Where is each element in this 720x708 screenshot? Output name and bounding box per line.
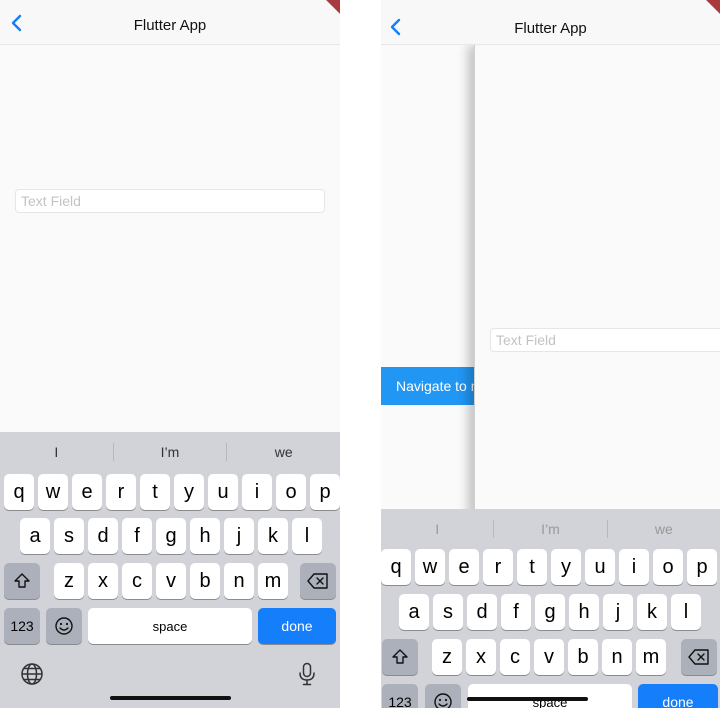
key-g[interactable]: g [535, 594, 565, 630]
key-s[interactable]: s [54, 518, 84, 554]
text-field[interactable] [490, 328, 720, 352]
suggestion-item[interactable]: we [608, 521, 720, 537]
suggestion-item[interactable]: I [0, 444, 113, 460]
page-title: Flutter App [514, 20, 587, 37]
key-u[interactable]: u [208, 474, 238, 510]
text-field[interactable] [15, 189, 325, 213]
key-v[interactable]: v [156, 563, 186, 599]
home-indicator [467, 697, 588, 701]
key-y[interactable]: y [174, 474, 204, 510]
key-z[interactable]: z [54, 563, 84, 599]
shift-key[interactable] [382, 639, 418, 675]
key-p[interactable]: p [687, 549, 717, 585]
suggestion-bar: I I’m we [0, 432, 340, 472]
key-k[interactable]: k [258, 518, 288, 554]
suggestion-item[interactable]: I [381, 521, 493, 537]
key-i[interactable]: i [242, 474, 272, 510]
key-u[interactable]: u [585, 549, 615, 585]
key-a[interactable]: a [399, 594, 429, 630]
key-e[interactable]: e [449, 549, 479, 585]
key-i[interactable]: i [619, 549, 649, 585]
key-t[interactable]: t [140, 474, 170, 510]
delete-icon [307, 573, 328, 589]
key-e[interactable]: e [72, 474, 102, 510]
space-key[interactable]: space [468, 684, 632, 708]
key-v[interactable]: v [534, 639, 564, 675]
suggestion-item[interactable]: we [227, 444, 340, 460]
left-screen: Flutter App I I’m we qwertyuiopasdfghjkl… [0, 0, 340, 708]
keyboard: I I’m we q w e r t y u i o p a s d f g h j k l z x c v b n m 123 sp… [0, 432, 340, 708]
key-m[interactable]: m [636, 639, 666, 675]
key-c[interactable]: c [500, 639, 530, 675]
key-w[interactable]: w [415, 549, 445, 585]
key-g[interactable]: g [156, 518, 186, 554]
key-n[interactable]: n [602, 639, 632, 675]
key-m[interactable]: m [258, 563, 288, 599]
globe-button[interactable] [20, 662, 44, 691]
key-t[interactable]: t [517, 549, 547, 585]
key-r[interactable]: r [106, 474, 136, 510]
delete-icon [688, 649, 709, 665]
key-z[interactable]: z [432, 639, 462, 675]
space-key[interactable]: space [88, 608, 252, 644]
navigation-bar: Flutter App [381, 0, 720, 45]
text-field-input[interactable] [16, 190, 324, 212]
numbers-key[interactable]: 123 [382, 684, 418, 708]
emoji-key[interactable] [425, 684, 461, 708]
keyboard: I I’m we q w e r t y u i o p a s d f g h j k l z x c v b n m 123 sp… [381, 509, 720, 708]
done-key[interactable]: done [258, 608, 336, 644]
globe-icon [21, 663, 43, 685]
key-x[interactable]: x [88, 563, 118, 599]
key-c[interactable]: c [122, 563, 152, 599]
key-h[interactable]: h [190, 518, 220, 554]
key-b[interactable]: b [568, 639, 598, 675]
emoji-key[interactable] [46, 608, 82, 644]
suggestion-bar: I I’m we [381, 509, 720, 549]
key-d[interactable]: d [467, 594, 497, 630]
right-screen: Navigate to n Flutter App I I’m we qwert… [381, 0, 720, 708]
shift-icon [392, 649, 408, 664]
page-title: Flutter App [133, 17, 207, 34]
emoji-icon [434, 693, 452, 708]
key-n[interactable]: n [224, 563, 254, 599]
delete-key[interactable] [681, 639, 717, 675]
suggestion-item[interactable]: I’m [114, 444, 227, 460]
key-b[interactable]: b [190, 563, 220, 599]
numbers-key[interactable]: 123 [4, 608, 40, 644]
key-y[interactable]: y [551, 549, 581, 585]
key-k[interactable]: k [637, 594, 667, 630]
key-f[interactable]: f [122, 518, 152, 554]
emoji-icon [55, 617, 73, 635]
key-q[interactable]: q [4, 474, 34, 510]
key-o[interactable]: o [653, 549, 683, 585]
key-x[interactable]: x [466, 639, 496, 675]
key-d[interactable]: d [88, 518, 118, 554]
key-r[interactable]: r [483, 549, 513, 585]
key-f[interactable]: f [501, 594, 531, 630]
navigation-bar: Flutter App [0, 0, 340, 45]
key-p[interactable]: p [310, 474, 340, 510]
shift-key[interactable] [4, 563, 40, 599]
key-j[interactable]: j [603, 594, 633, 630]
key-h[interactable]: h [569, 594, 599, 630]
text-field-input[interactable] [491, 329, 720, 351]
key-o[interactable]: o [276, 474, 306, 510]
key-l[interactable]: l [671, 594, 701, 630]
suggestion-item[interactable]: I’m [494, 521, 606, 537]
key-q[interactable]: q [381, 549, 411, 585]
microphone-icon [299, 662, 315, 686]
key-l[interactable]: l [292, 518, 322, 554]
key-j[interactable]: j [224, 518, 254, 554]
done-key[interactable]: done [638, 684, 718, 708]
key-s[interactable]: s [433, 594, 463, 630]
dictation-button[interactable] [298, 662, 316, 691]
home-indicator [110, 696, 231, 700]
key-w[interactable]: w [38, 474, 68, 510]
key-a[interactable]: a [20, 518, 50, 554]
delete-key[interactable] [300, 563, 336, 599]
shift-icon [14, 573, 30, 588]
